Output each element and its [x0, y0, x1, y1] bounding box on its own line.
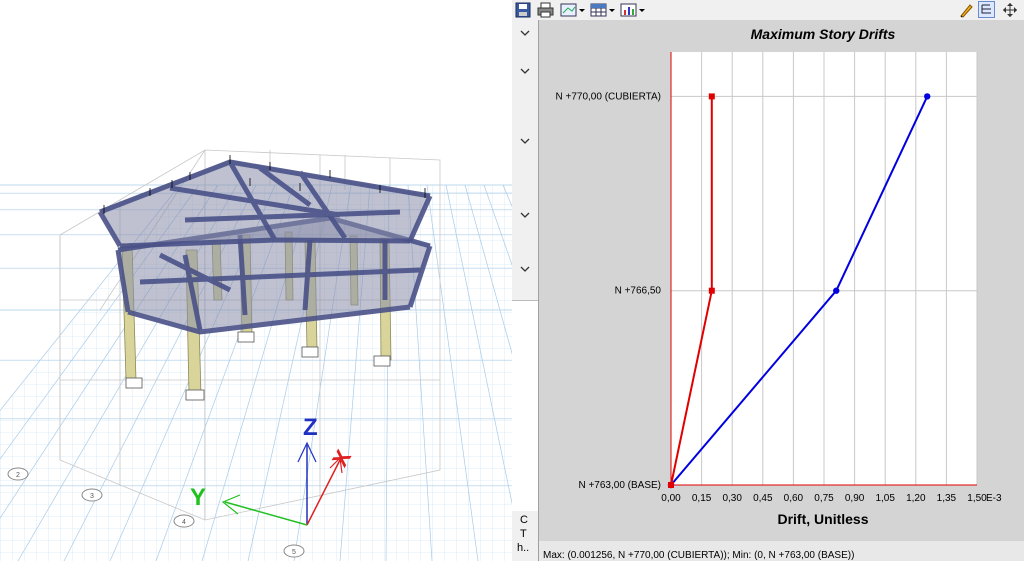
- story-drift-chart: Maximum Story Drifts 0,00 0,15 0,30 0,45 0,6…: [539, 20, 1024, 541]
- y-tick-label: N +770,00 (CUBIERTA): [555, 91, 661, 102]
- x-tick-label: 1,20: [906, 493, 926, 504]
- status-text: Max: (0.001256, N +770,00 (CUBIERTA)); M…: [543, 550, 855, 561]
- strip-letter: h..: [517, 542, 530, 554]
- y-tick-label: N +766,50: [615, 286, 662, 297]
- chevron-down-icon[interactable]: [516, 262, 534, 276]
- strip-letter: T: [520, 528, 527, 540]
- print-icon: [537, 2, 554, 17]
- status-bar: Max: (0.001256, N +770,00 (CUBIERTA)); M…: [539, 541, 1024, 561]
- x-tick-labels: 0,00 0,15 0,30 0,45 0,60 0,75 0,90 1,05 1,20 1,35…: [661, 493, 987, 504]
- y-tick-labels: N +763,00 (BASE) N +766,50 N +770,00 (CUBI…: [555, 91, 661, 491]
- x-tick-label: 1,35: [937, 493, 957, 504]
- table-button[interactable]: [590, 1, 616, 18]
- chart-type-button[interactable]: [620, 1, 646, 18]
- data-point[interactable]: [708, 93, 715, 100]
- chart-title: Maximum Story Drifts: [751, 26, 896, 42]
- x-tick-label: 0,00: [661, 493, 681, 504]
- print-button[interactable]: [536, 1, 556, 18]
- move-icon: [1003, 2, 1017, 17]
- strip-blank-area: [512, 300, 538, 511]
- pencil-icon: [960, 3, 973, 18]
- data-point[interactable]: [833, 287, 840, 294]
- grid-bubble: 4: [173, 514, 195, 528]
- x-tick-label: 0,75: [814, 493, 834, 504]
- model-3d-canvas: 2 3 4 5 Z X Y: [0, 149, 512, 561]
- plot-toolbar: [512, 0, 1024, 21]
- x-axis-label: Drift, Unitless: [777, 511, 868, 527]
- x-tick-label: 0,45: [753, 493, 773, 504]
- svg-text:5: 5: [292, 549, 296, 556]
- options-strip: C T h..: [512, 20, 539, 561]
- grid-bubble: 5: [283, 544, 305, 558]
- chevron-down-icon[interactable]: [516, 64, 534, 78]
- table-icon: [590, 3, 615, 16]
- save-icon: [515, 2, 531, 17]
- x-tick-label: 1,05: [875, 493, 895, 504]
- model-3d-view[interactable]: 2 3 4 5 Z X Y: [0, 0, 512, 561]
- data-point[interactable]: [668, 482, 674, 488]
- y-tick-label: N +763,00 (BASE): [578, 480, 661, 491]
- x-tick-label: 0,15: [692, 493, 712, 504]
- x-tick-label: 0,90: [845, 493, 865, 504]
- display-options-button[interactable]: [560, 1, 586, 18]
- x-tick-label: 0,60: [784, 493, 804, 504]
- grid-bubble: 2: [7, 467, 29, 481]
- svg-text:4: 4: [182, 519, 186, 526]
- x-exponent-label: E-3: [986, 493, 1002, 504]
- x-tick-label: 0,30: [722, 493, 742, 504]
- chevron-down-icon[interactable]: [516, 26, 534, 40]
- tree-icon: [978, 1, 995, 18]
- svg-text:3: 3: [90, 493, 94, 500]
- axis-y-label: Y: [190, 484, 206, 511]
- save-button[interactable]: [515, 1, 531, 18]
- chevron-down-icon[interactable]: [516, 208, 534, 222]
- x-tick-label: 1,50: [967, 493, 987, 504]
- roof-floor: [97, 155, 433, 249]
- chart-canvas: Maximum Story Drifts 0,00 0,15 0,30 0,45 0,6…: [555, 26, 1002, 527]
- svg-text:2: 2: [16, 472, 20, 479]
- tree-button[interactable]: [978, 1, 996, 18]
- grid-bubble: 3: [81, 488, 103, 502]
- move-button[interactable]: [1002, 1, 1018, 18]
- pencil-button[interactable]: [958, 1, 974, 18]
- data-point[interactable]: [708, 287, 715, 294]
- chart-type-icon: [620, 3, 645, 16]
- data-point[interactable]: [924, 93, 931, 100]
- axis-z-label: Z: [303, 414, 318, 441]
- display-icon: [560, 3, 585, 16]
- strip-letter: C: [520, 514, 528, 526]
- chevron-down-icon[interactable]: [516, 134, 534, 148]
